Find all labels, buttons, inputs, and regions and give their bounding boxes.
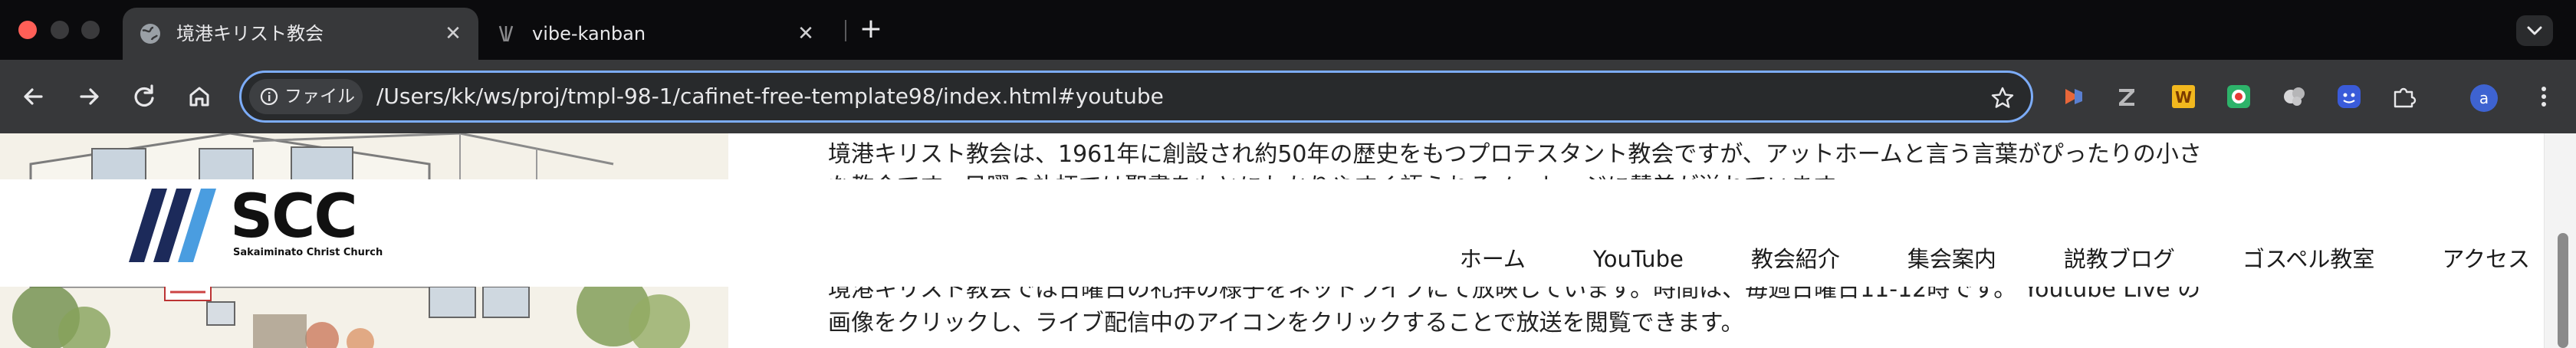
forward-arrow-icon[interactable] [71, 78, 107, 115]
home-icon[interactable] [181, 78, 218, 115]
chip-label: ファイル [284, 87, 355, 107]
face-extension-icon[interactable] [2335, 83, 2363, 110]
pocket-extension-icon[interactable] [2059, 83, 2087, 110]
w-extension-icon[interactable]: W [2170, 83, 2197, 110]
globe-icon [140, 24, 160, 44]
svg-text:W: W [2175, 88, 2192, 107]
site-header: SCC Sakaiminato Christ Church ホーム YouTub… [0, 179, 2530, 287]
cookie-extension-icon[interactable] [2280, 83, 2308, 110]
window-minimize-button[interactable] [51, 21, 69, 39]
tab-title: 境港キリスト教会 [176, 23, 324, 44]
url-text[interactable]: /Users/kk/ws/proj/tmpl-98-1/cafinet-free… [376, 80, 1164, 113]
logo-subtitle: Sakaiminato Christ Church [233, 247, 383, 258]
kebab-menu-icon[interactable] [2528, 81, 2559, 112]
back-arrow-icon[interactable] [15, 78, 52, 115]
address-bar[interactable]: ファイル /Users/kk/ws/proj/tmpl-98-1/cafinet… [239, 71, 2033, 123]
browser-toolbar: ファイル /Users/kk/ws/proj/tmpl-98-1/cafinet… [0, 60, 2576, 133]
tab-strip: 境港キリスト教会 ✕ vibe-kanban ✕ + [0, 0, 2576, 60]
window-maximize-button[interactable] [81, 21, 100, 39]
chevron-down-icon [2527, 26, 2542, 35]
church-intro-text: 境港キリスト教会は、1961年に創設され約50年の歴史をもつプロテスタント教会で… [828, 141, 2202, 168]
tab-separator [845, 20, 846, 41]
info-icon [260, 87, 278, 106]
close-icon[interactable]: ✕ [440, 21, 466, 47]
puzzle-icon[interactable] [2390, 83, 2418, 110]
nav-item-home[interactable]: ホーム [1460, 242, 1526, 276]
reload-icon[interactable] [126, 78, 163, 115]
zotero-extension-icon[interactable] [2113, 83, 2141, 110]
record-extension-icon[interactable] [2225, 83, 2252, 110]
tab-active[interactable]: 境港キリスト教会 ✕ [123, 8, 478, 60]
logo-text: SCC [230, 182, 358, 251]
nav-item-access[interactable]: アクセス [2442, 242, 2530, 276]
page-viewport: 境港キリスト教会は、1961年に創設され約50年の歴史をもつプロテスタント教会で… [0, 133, 2576, 348]
vibe-kanban-favicon [498, 25, 514, 42]
tab-inactive[interactable]: vibe-kanban ✕ [478, 8, 831, 60]
avatar[interactable]: a [2470, 84, 2498, 112]
nav-item-youtube[interactable]: YouTube [1593, 242, 1684, 276]
close-icon[interactable]: ✕ [793, 21, 819, 47]
tab-title: vibe-kanban [532, 23, 646, 44]
youtube-live-text: 画像をクリックし、ライブ配信中のアイコンをクリックすることで放送を閲覧できます。 [828, 310, 1744, 337]
scrollbar-thumb[interactable] [2558, 233, 2568, 348]
star-icon[interactable] [1990, 85, 2016, 111]
nav-item-meetings[interactable]: 集会案内 [1907, 242, 1996, 276]
logo-stripes-icon [129, 189, 216, 262]
window-close-button[interactable] [18, 21, 37, 39]
site-logo[interactable]: SCC Sakaiminato Christ Church [129, 182, 389, 262]
nav-item-sermon-blog[interactable]: 説教ブログ [2064, 242, 2175, 276]
plus-icon[interactable]: + [856, 14, 886, 44]
site-nav: ホーム YouTube 教会紹介 集会案内 説教ブログ ゴスペル教室 アクセス [1392, 242, 2530, 276]
nav-item-gospel-class[interactable]: ゴスペル教室 [2242, 242, 2375, 276]
nav-item-about[interactable]: 教会紹介 [1751, 242, 1840, 276]
site-info-chip[interactable]: ファイル [249, 79, 363, 114]
tab-search-button[interactable] [2516, 15, 2553, 46]
